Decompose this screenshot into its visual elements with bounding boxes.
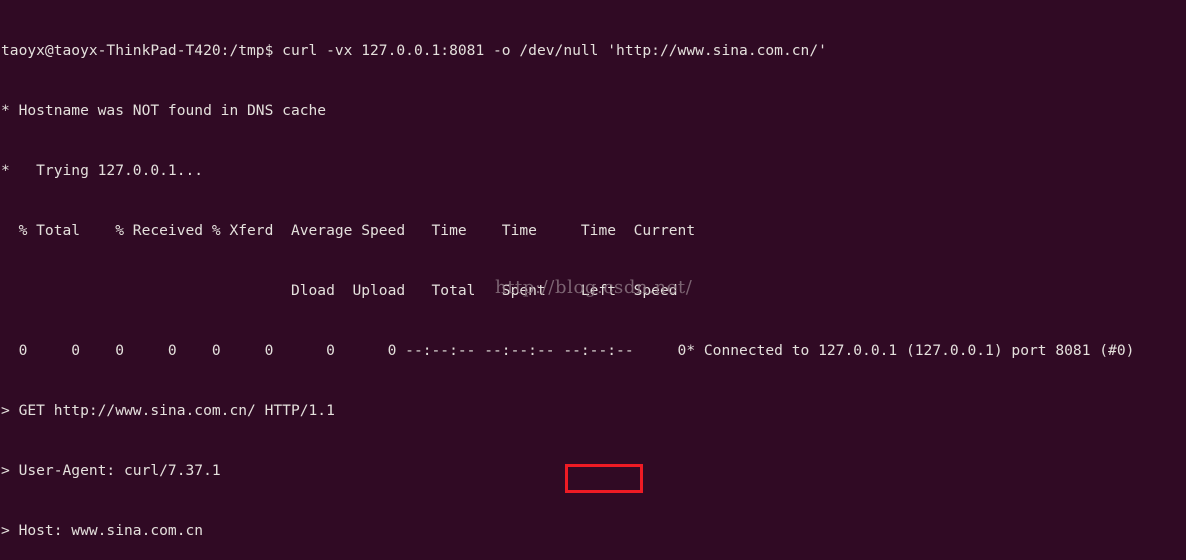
terminal-line-prompt: taoyx@taoyx-ThinkPad-T420:/tmp$ curl -vx… xyxy=(1,42,827,59)
progress-table-row-initial: 0 0 0 0 0 0 0 0 --:--:-- --:--:-- --:--:… xyxy=(1,342,1135,359)
terminal-line-request: > Host: www.sina.com.cn xyxy=(1,522,204,539)
terminal-line: * Hostname was NOT found in DNS cache xyxy=(1,102,327,119)
terminal-window[interactable]: taoyx@taoyx-ThinkPad-T420:/tmp$ curl -vx… xyxy=(0,0,1186,560)
progress-table-header-row-2: Dload Upload Total Spent Left Speed xyxy=(1,282,678,299)
terminal-line-request: > GET http://www.sina.com.cn/ HTTP/1.1 xyxy=(1,402,335,419)
terminal-output[interactable]: taoyx@taoyx-ThinkPad-T420:/tmp$ curl -vx… xyxy=(1,1,1186,560)
terminal-line: * Trying 127.0.0.1... xyxy=(1,162,204,179)
progress-table-header-row-1: % Total % Received % Xferd Average Speed… xyxy=(1,222,696,239)
terminal-line-request: > User-Agent: curl/7.37.1 xyxy=(1,462,221,479)
